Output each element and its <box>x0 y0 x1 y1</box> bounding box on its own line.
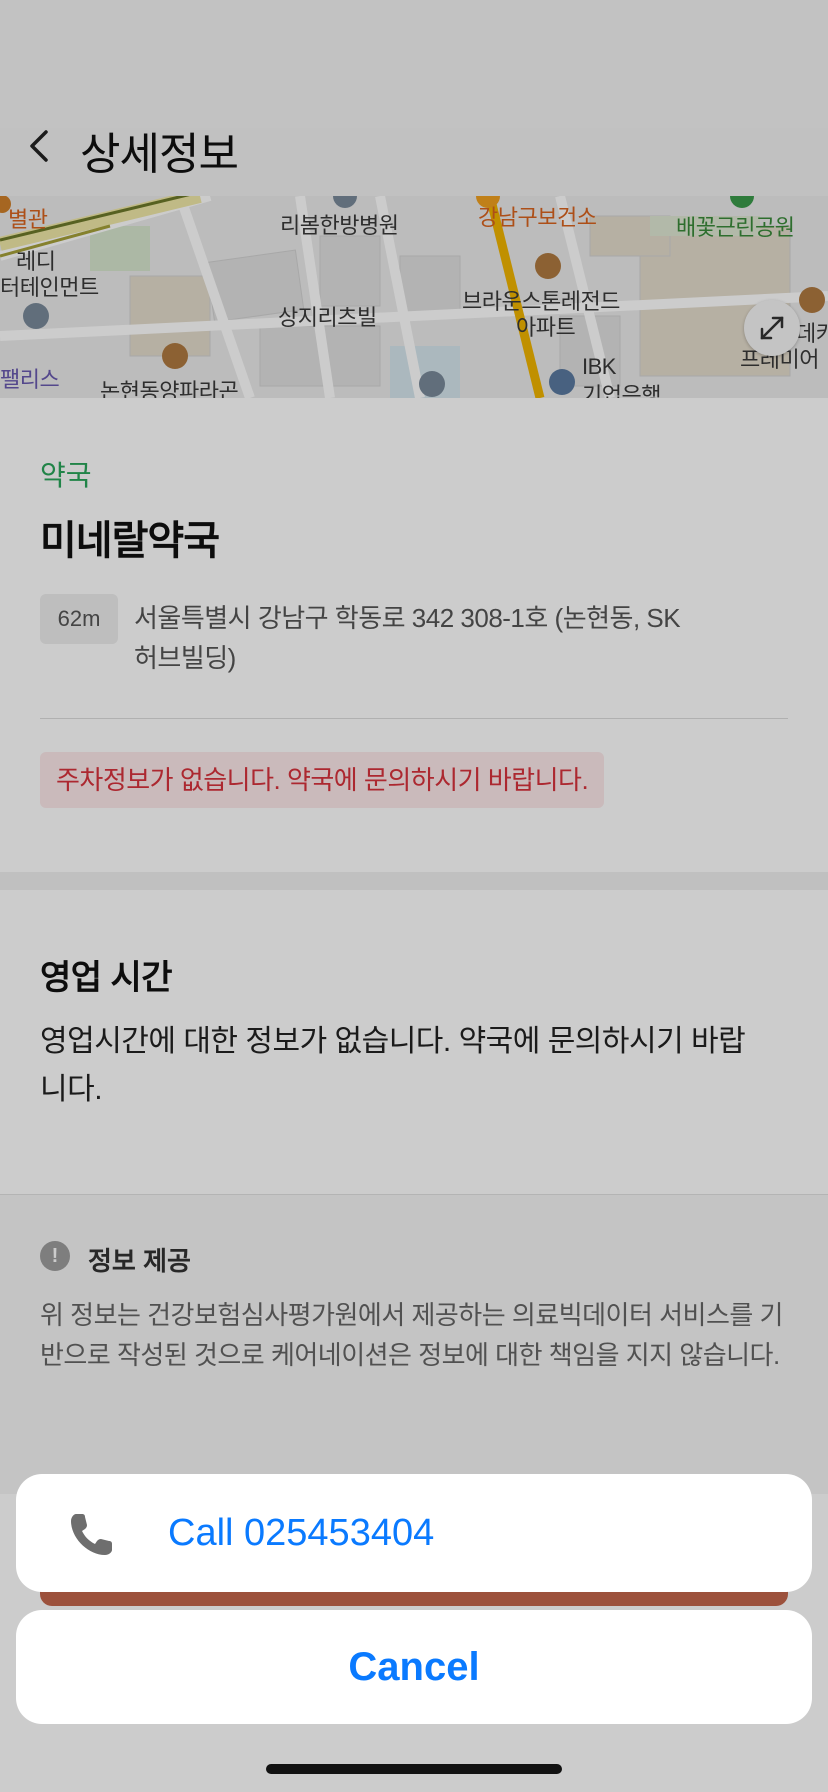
cancel-button[interactable]: Cancel <box>16 1610 812 1724</box>
call-action-button[interactable]: Call 025453404 <box>16 1474 812 1592</box>
home-indicator <box>266 1764 562 1774</box>
call-label: Call 025453404 <box>168 1512 435 1554</box>
phone-icon <box>71 1514 112 1555</box>
